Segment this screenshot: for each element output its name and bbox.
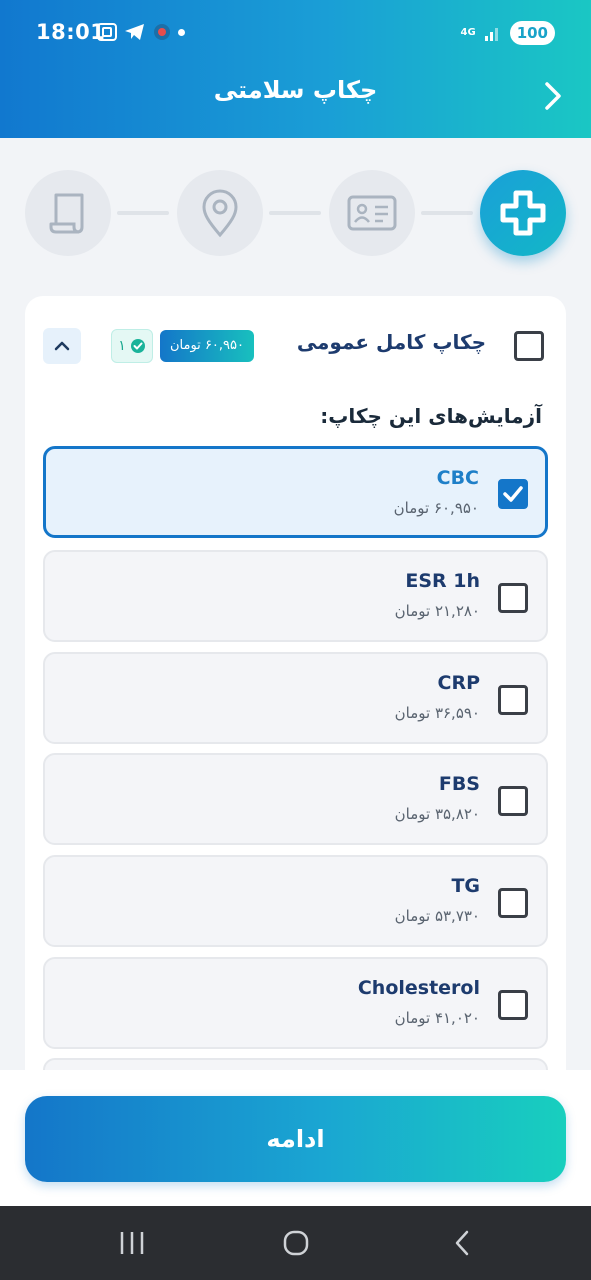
- test-price: ۶۰,۹۵۰ تومان: [393, 499, 479, 517]
- step-connector: [269, 211, 321, 215]
- id-card-icon: [347, 195, 397, 231]
- test-price: ۵۳,۷۳۰ تومان: [394, 907, 480, 925]
- home-button[interactable]: [276, 1226, 316, 1260]
- test-price: ۳۵,۸۲۰ تومان: [394, 805, 480, 823]
- tests-section-label: آزمایش‌های این چکاپ:: [320, 404, 542, 428]
- signal-icon: [484, 28, 498, 41]
- test-checkbox[interactable]: [498, 786, 528, 816]
- test-price: ۳۶,۵۹۰ تومان: [394, 704, 480, 722]
- test-name: CRP: [437, 672, 481, 694]
- step-checkup[interactable]: [480, 170, 566, 256]
- progress-stepper: [0, 170, 591, 256]
- system-back-button[interactable]: [442, 1226, 482, 1260]
- home-icon: [283, 1230, 309, 1256]
- test-checkbox[interactable]: [498, 990, 528, 1020]
- back-button[interactable]: [537, 76, 569, 116]
- test-checkbox[interactable]: [498, 888, 528, 918]
- app-header: 18:01 4G 100 چکاپ سلامتی: [0, 0, 591, 138]
- test-item-fbs[interactable]: FBS ۳۵,۸۲۰ تومان: [43, 753, 548, 845]
- chevron-left-icon: [455, 1230, 469, 1256]
- step-connector: [117, 211, 169, 215]
- check-circle-icon: [130, 339, 145, 353]
- system-icons: 4G 100: [461, 21, 555, 45]
- checkmark-icon: [503, 486, 523, 502]
- recent-apps-icon: [120, 1232, 144, 1254]
- test-checkbox[interactable]: [498, 583, 528, 613]
- test-name: Cholesterol: [357, 977, 480, 999]
- test-item-crp[interactable]: CRP ۳۶,۵۹۰ تومان: [43, 652, 548, 744]
- test-checkbox[interactable]: [498, 685, 528, 715]
- checkup-card: چکاپ کامل عمومی ۶۰,۹۵۰ تومان ۱ آزمایش‌ها…: [25, 296, 566, 1096]
- status-bar: 18:01 4G 100: [0, 0, 591, 66]
- test-price: ۲۱,۲۸۰ تومان: [394, 602, 480, 620]
- location-pin-icon: [202, 189, 238, 238]
- screenshot-icon: [97, 23, 117, 41]
- package-row: چکاپ کامل عمومی ۶۰,۹۵۰ تومان ۱: [25, 326, 566, 366]
- selected-count-badge: ۱: [111, 329, 153, 363]
- app-notification-icon: [154, 24, 170, 40]
- collapse-button[interactable]: [43, 328, 81, 364]
- continue-button[interactable]: ادامه: [25, 1096, 566, 1182]
- step-connector: [421, 211, 473, 215]
- system-nav-bar: [0, 1206, 591, 1280]
- package-title: چکاپ کامل عمومی: [296, 330, 486, 354]
- recent-apps-button[interactable]: [112, 1226, 152, 1260]
- package-price-badge: ۶۰,۹۵۰ تومان: [160, 330, 254, 362]
- document-scroll-icon: [49, 193, 84, 234]
- more-notifications-dot: [178, 28, 185, 36]
- step-personal-info[interactable]: [329, 170, 415, 256]
- page-title: چکاپ سلامتی: [213, 76, 378, 104]
- step-location[interactable]: [177, 170, 263, 256]
- test-item-cholesterol[interactable]: Cholesterol ۴۱,۰۲۰ تومان: [43, 957, 548, 1049]
- notification-icons: [96, 22, 185, 42]
- test-name: CBC: [436, 467, 479, 489]
- test-item-cbc[interactable]: CBC ۶۰,۹۵۰ تومان: [43, 446, 548, 538]
- health-cross-icon: [500, 190, 546, 236]
- test-name: TG: [451, 875, 480, 897]
- selected-count: ۱: [118, 338, 126, 354]
- chevron-up-icon: [54, 341, 70, 351]
- battery-indicator: 100: [509, 21, 555, 45]
- status-time: 18:01: [36, 20, 106, 44]
- test-name: FBS: [438, 773, 480, 795]
- step-invoice[interactable]: [25, 170, 111, 256]
- test-item-tg[interactable]: TG ۵۳,۷۳۰ تومان: [43, 855, 548, 947]
- test-name: ESR 1h: [405, 570, 480, 592]
- package-checkbox[interactable]: [514, 331, 544, 361]
- test-item-esr[interactable]: ESR 1h ۲۱,۲۸۰ تومان: [43, 550, 548, 642]
- test-price: ۴۱,۰۲۰ تومان: [394, 1009, 480, 1027]
- bottom-action-area: ادامه: [0, 1070, 591, 1206]
- telegram-icon: [125, 24, 144, 40]
- chevron-right-icon: [545, 82, 561, 110]
- network-type: 4G: [460, 27, 476, 38]
- test-checkbox[interactable]: [498, 479, 528, 509]
